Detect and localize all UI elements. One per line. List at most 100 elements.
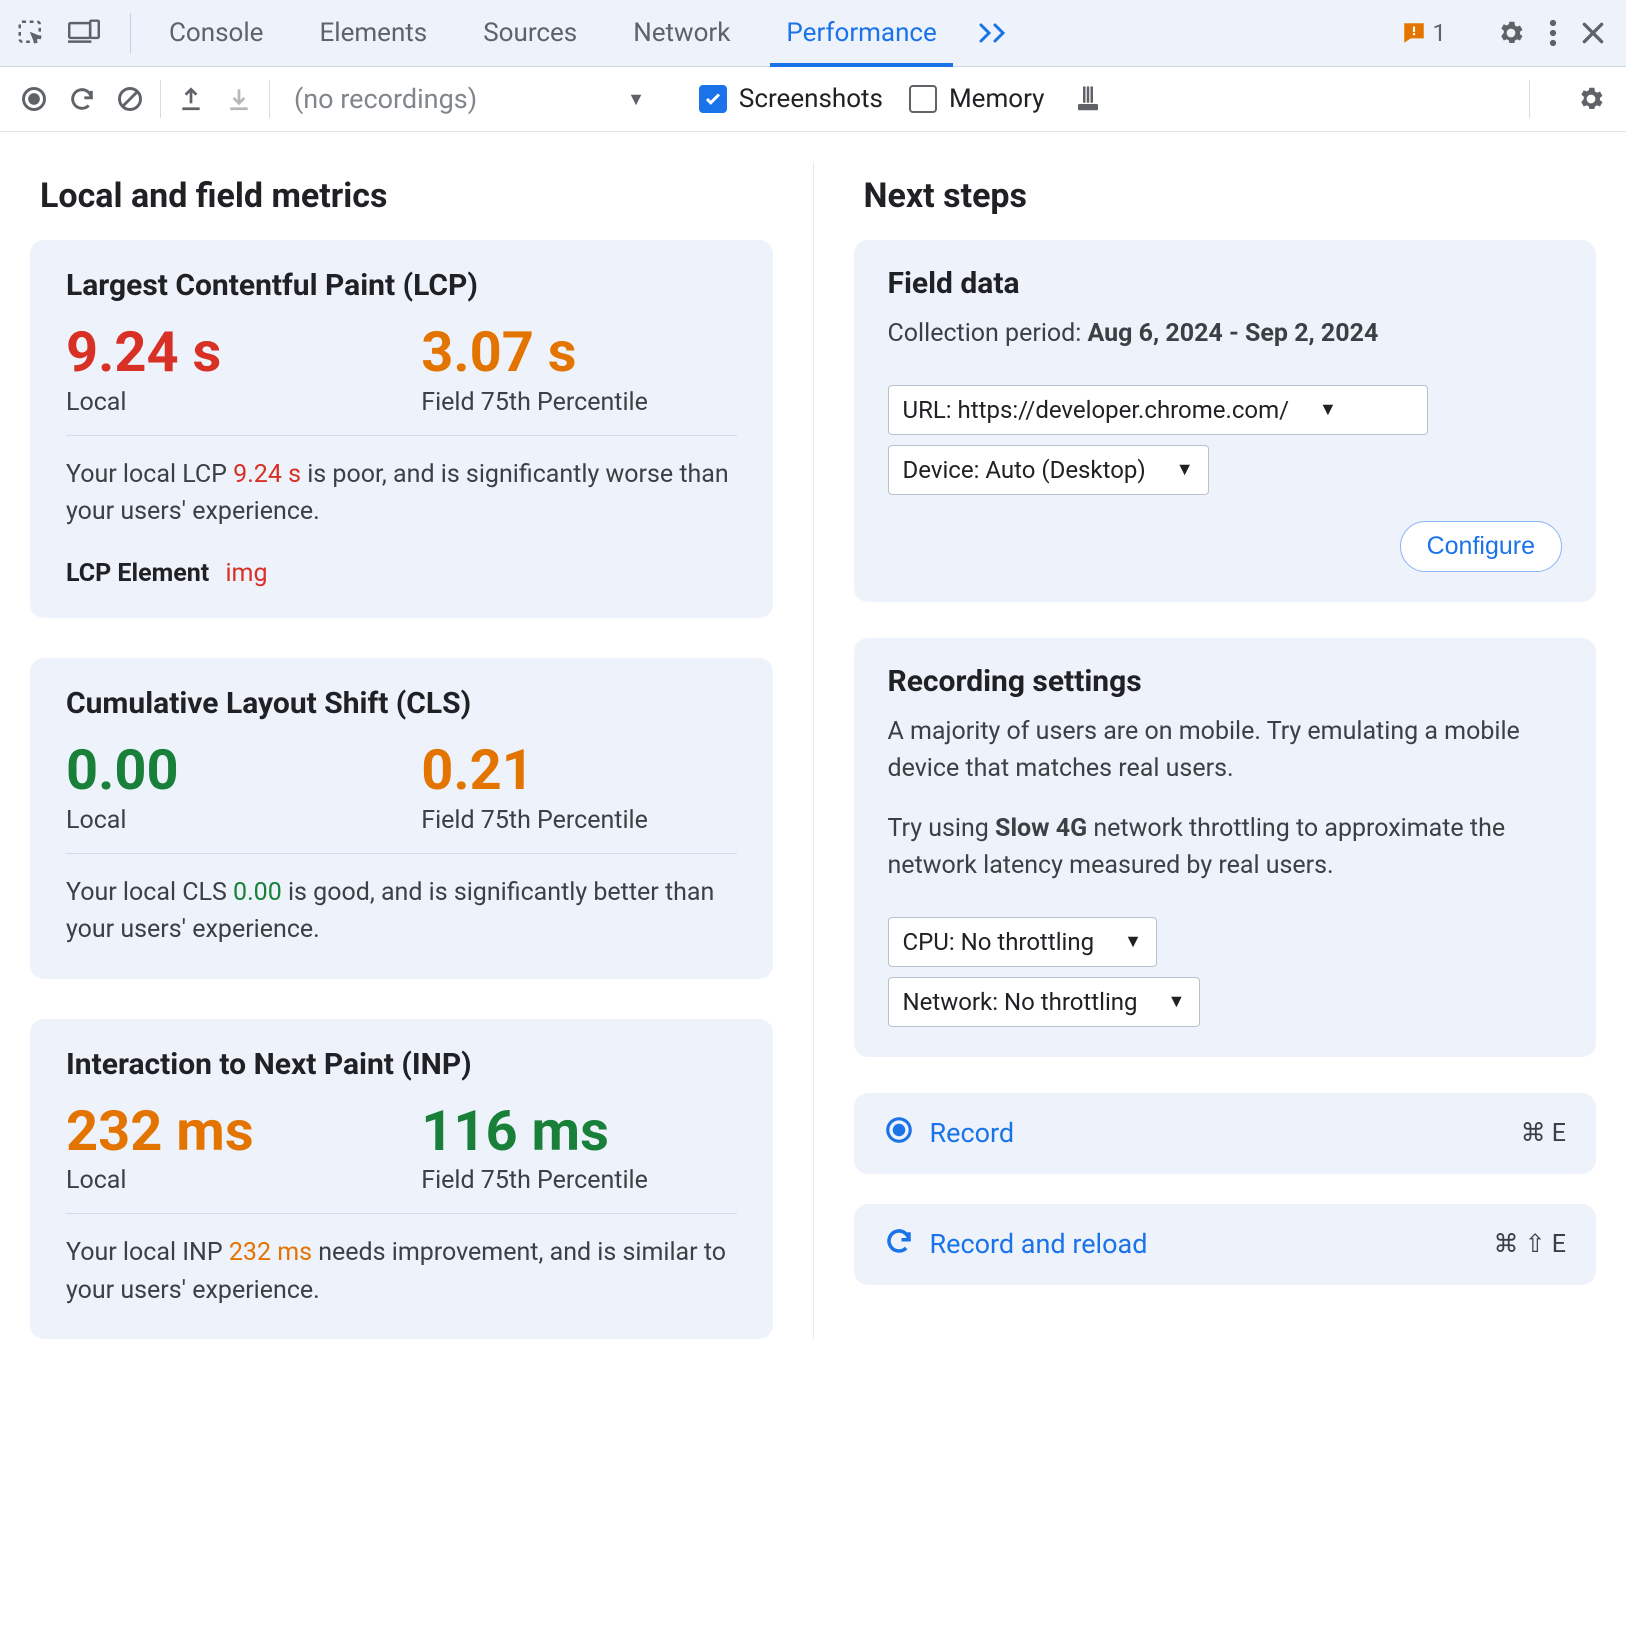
inp-explain: Your local INP 232 ms needs improvement,… [66, 1234, 737, 1309]
collection-period: Collection period: Aug 6, 2024 - Sep 2, … [888, 315, 1563, 353]
upload-icon[interactable] [167, 75, 215, 123]
tabbar-left-icons [10, 18, 116, 48]
more-tabs-chevron-icon[interactable] [965, 0, 1023, 66]
chevron-down-icon: ▼ [1176, 456, 1194, 483]
lcp-local-value: 9.24 s [66, 323, 381, 382]
configure-button[interactable]: Configure [1400, 521, 1562, 572]
url-select[interactable]: URL: https://developer.chrome.com/ ▼ [888, 385, 1428, 435]
divider [66, 853, 737, 854]
cls-local-label: Local [66, 806, 381, 835]
url-select-label: URL: https://developer.chrome.com/ [903, 392, 1290, 428]
performance-toolbar: (no recordings) ▼ Screenshots Memory [0, 67, 1626, 132]
chevron-down-icon: ▼ [1168, 988, 1186, 1015]
record-button[interactable] [10, 75, 58, 123]
recordings-dropdown[interactable]: (no recordings) ▼ [276, 83, 645, 115]
inspect-element-icon[interactable] [16, 18, 46, 48]
divider [66, 1213, 737, 1214]
lcp-explain-value: 9.24 s [233, 460, 301, 489]
kebab-menu-icon[interactable] [1548, 18, 1558, 48]
next-steps-column: Next steps Field data Collection period:… [854, 162, 1597, 1339]
lcp-element-tag[interactable]: img [225, 559, 267, 588]
right-section-title: Next steps [864, 176, 1597, 216]
cls-card: Cumulative Layout Shift (CLS) 0.00 Local… [30, 658, 773, 979]
divider [66, 435, 737, 436]
issues-count: 1 [1433, 19, 1447, 47]
divider [1529, 80, 1530, 118]
chevron-down-icon: ▼ [1319, 396, 1337, 423]
device-select-label: Device: Auto (Desktop) [903, 452, 1146, 488]
lcp-local-label: Local [66, 388, 381, 417]
panel-settings-gear-icon[interactable] [1576, 84, 1606, 114]
recordings-dropdown-label: (no recordings) [294, 83, 477, 115]
recording-settings-p1: A majority of users are on mobile. Try e… [888, 713, 1563, 788]
record-action[interactable]: Record ⌘ E [854, 1093, 1597, 1174]
screenshots-label: Screenshots [739, 84, 883, 114]
lcp-explain: Your local LCP 9.24 s is poor, and is si… [66, 456, 737, 531]
field-data-title: Field data [888, 266, 1563, 301]
lcp-field-value: 3.07 s [421, 323, 736, 382]
record-reload-action[interactable]: Record and reload ⌘ ⇧ E [854, 1204, 1597, 1285]
record-dot-icon [884, 1115, 914, 1152]
cls-explain-value: 0.00 [233, 878, 282, 907]
recording-settings-p2: Try using Slow 4G network throttling to … [888, 810, 1563, 885]
network-throttle-select[interactable]: Network: No throttling ▼ [888, 977, 1201, 1027]
device-toolbar-icon[interactable] [68, 18, 100, 48]
tab-network[interactable]: Network [605, 0, 758, 66]
device-select[interactable]: Device: Auto (Desktop) ▼ [888, 445, 1209, 495]
inp-title: Interaction to Next Paint (INP) [66, 1047, 737, 1082]
column-divider [813, 162, 814, 1339]
network-select-label: Network: No throttling [903, 984, 1138, 1020]
checkbox-checked-icon [699, 85, 727, 113]
lcp-local-block: 9.24 s Local [66, 323, 381, 417]
lcp-title: Largest Contentful Paint (LCP) [66, 268, 737, 303]
inp-local-block: 232 ms Local [66, 1102, 381, 1196]
record-shortcut: ⌘ E [1521, 1118, 1566, 1148]
chevron-down-icon: ▼ [627, 89, 645, 110]
divider [160, 80, 161, 118]
lcp-card: Largest Contentful Paint (LCP) 9.24 s Lo… [30, 240, 773, 618]
clear-button[interactable] [106, 75, 154, 123]
cls-local-block: 0.00 Local [66, 741, 381, 835]
record-reload-shortcut: ⌘ ⇧ E [1493, 1229, 1566, 1259]
issues-warning-badge[interactable]: 1 [1401, 19, 1447, 47]
download-icon[interactable] [215, 75, 263, 123]
cpu-select-label: CPU: No throttling [903, 924, 1095, 960]
cls-explain: Your local CLS 0.00 is good, and is sign… [66, 874, 737, 949]
field-data-card: Field data Collection period: Aug 6, 202… [854, 240, 1597, 602]
lcp-field-label: Field 75th Percentile [421, 388, 736, 417]
cls-title: Cumulative Layout Shift (CLS) [66, 686, 737, 721]
divider [269, 80, 270, 118]
metrics-column: Local and field metrics Largest Contentf… [30, 162, 773, 1339]
close-icon[interactable] [1580, 20, 1606, 46]
recording-settings-card: Recording settings A majority of users a… [854, 638, 1597, 1057]
left-section-title: Local and field metrics [40, 176, 773, 216]
divider [130, 13, 131, 53]
performance-panel-body: Local and field metrics Largest Contentf… [0, 132, 1626, 1379]
chevron-down-icon: ▼ [1124, 928, 1142, 955]
record-reload-label: Record and reload [930, 1228, 1148, 1260]
reload-button[interactable] [58, 75, 106, 123]
devtools-tabs: Console Elements Sources Network Perform… [141, 0, 1023, 66]
collection-range: Aug 6, 2024 - Sep 2, 2024 [1088, 319, 1379, 348]
tab-performance[interactable]: Performance [758, 0, 964, 66]
cls-local-value: 0.00 [66, 741, 381, 800]
collect-garbage-icon[interactable] [1064, 75, 1112, 123]
screenshots-checkbox[interactable]: Screenshots [699, 84, 883, 114]
cls-field-block: 0.21 Field 75th Percentile [421, 741, 736, 835]
devtools-tabbar: Console Elements Sources Network Perform… [0, 0, 1626, 67]
lcp-element-label: LCP Element [66, 559, 209, 588]
cls-field-label: Field 75th Percentile [421, 806, 736, 835]
inp-card: Interaction to Next Paint (INP) 232 ms L… [30, 1019, 773, 1340]
tab-sources[interactable]: Sources [455, 0, 605, 66]
memory-checkbox[interactable]: Memory [909, 84, 1044, 114]
inp-local-label: Local [66, 1166, 381, 1195]
tab-elements[interactable]: Elements [291, 0, 455, 66]
checkbox-unchecked-icon [909, 85, 937, 113]
inp-field-value: 116 ms [421, 1102, 736, 1161]
inp-local-value: 232 ms [66, 1102, 381, 1161]
tab-console[interactable]: Console [141, 0, 291, 66]
settings-gear-icon[interactable] [1496, 18, 1526, 48]
cpu-throttle-select[interactable]: CPU: No throttling ▼ [888, 917, 1157, 967]
memory-label: Memory [949, 84, 1044, 114]
inp-field-block: 116 ms Field 75th Percentile [421, 1102, 736, 1196]
